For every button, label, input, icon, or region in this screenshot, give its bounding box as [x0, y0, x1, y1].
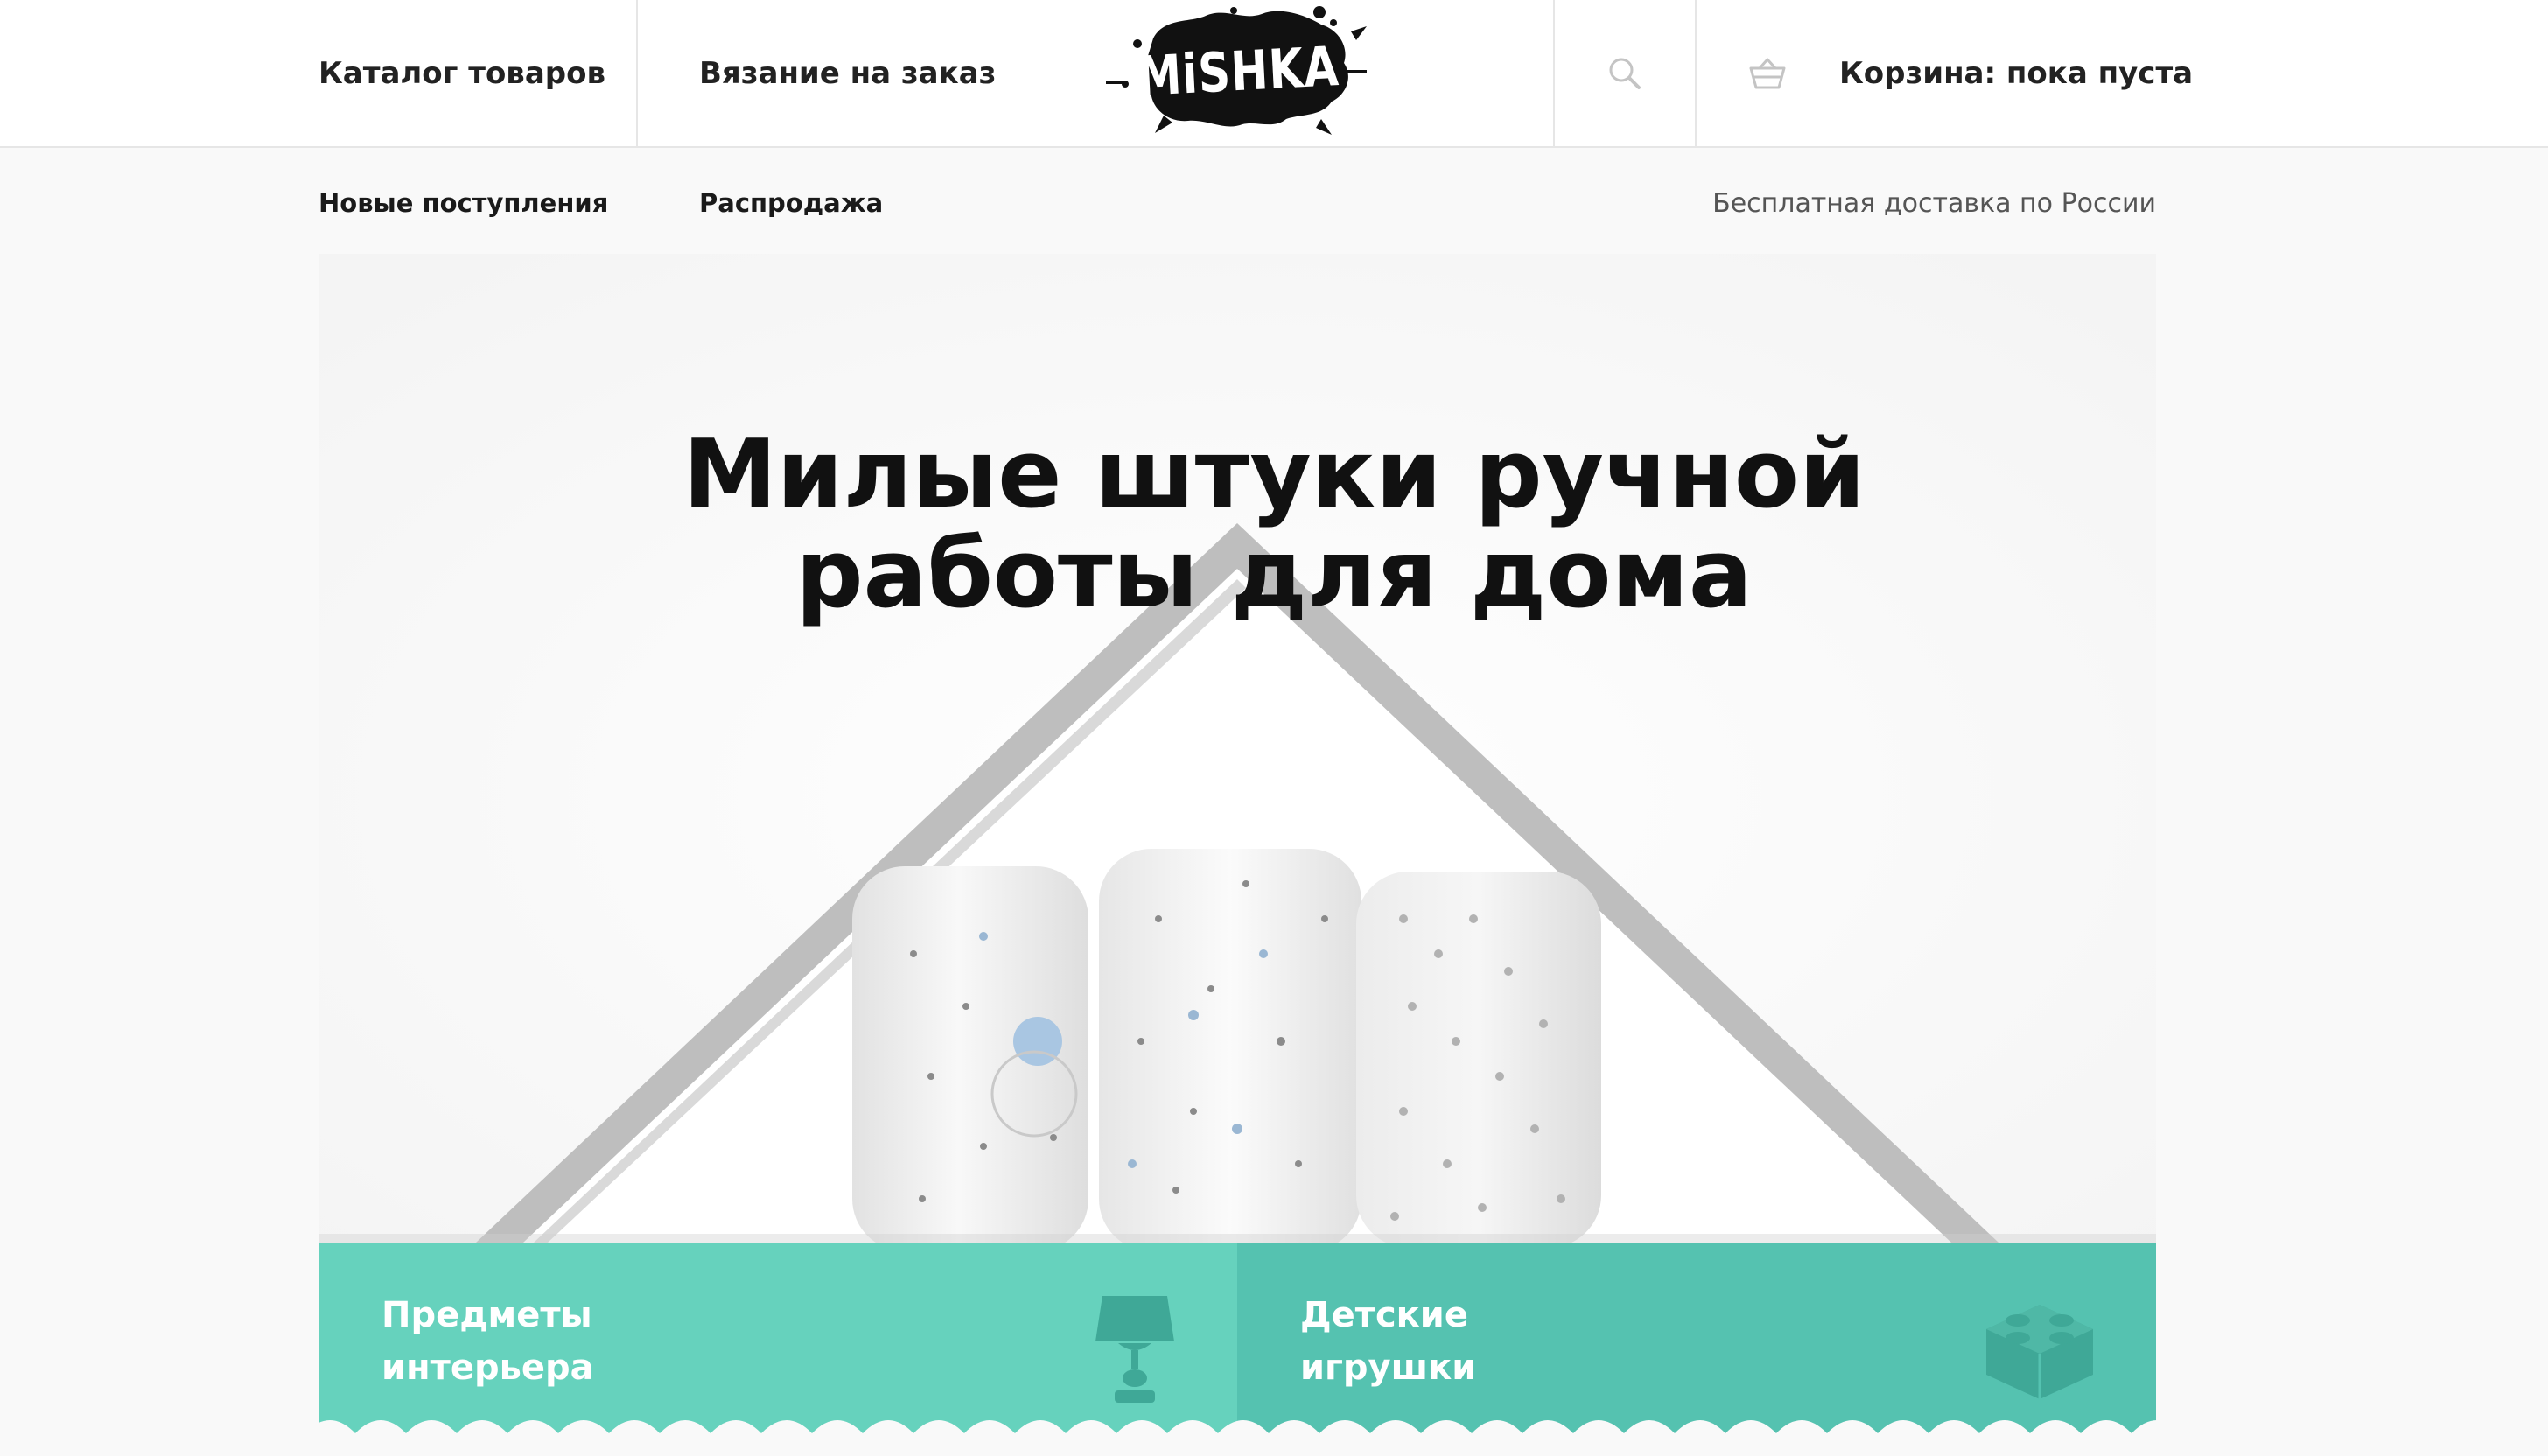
nav-catalog-link[interactable]: Каталог товаров — [318, 0, 606, 146]
site-logo[interactable]: MiSHKA — [1102, 5, 1374, 136]
cart-status-link[interactable]: Корзина: пока пуста — [1839, 0, 2193, 146]
hero-title-line: Милые штуки ручной — [682, 420, 1866, 529]
category-label-line: Предметы — [382, 1295, 592, 1335]
lamp-icon — [1096, 1296, 1174, 1403]
hero-photo — [318, 254, 2156, 1242]
basket-icon — [1749, 58, 1786, 88]
search-button[interactable] — [1555, 0, 1695, 146]
nav-sale[interactable]: Распродажа — [699, 184, 883, 222]
toy-block-icon — [1986, 1305, 2093, 1399]
cart-button[interactable] — [1732, 0, 1802, 146]
category-label-line: Детские — [1300, 1295, 1468, 1335]
main-header: Каталог товаров Вязание на заказ MiSHKA — [0, 0, 2548, 148]
free-delivery-note: Бесплатная доставка по России — [1712, 187, 2156, 219]
page: Каталог товаров Вязание на заказ MiSHKA — [0, 0, 2548, 1456]
header-divider — [636, 0, 638, 146]
header-divider — [1695, 0, 1697, 146]
nav-knitting-link[interactable]: Вязание на заказ — [699, 0, 996, 146]
hero-title-line: работы для дома — [795, 520, 1753, 629]
nav-new-arrivals[interactable]: Новые поступления — [318, 184, 608, 222]
hero-title: Милые штуки ручной работы для дома — [0, 425, 2548, 625]
hero-banner — [318, 254, 2156, 1242]
category-label: Детские игрушки — [1300, 1289, 1476, 1394]
search-icon — [1609, 58, 1641, 89]
category-label: Предметы интерьера — [382, 1289, 594, 1394]
category-label-line: игрушки — [1300, 1348, 1477, 1388]
category-label-line: интерьера — [382, 1348, 594, 1388]
logo-text: MiSHKA — [1135, 33, 1341, 108]
wave-divider — [0, 1420, 2548, 1456]
